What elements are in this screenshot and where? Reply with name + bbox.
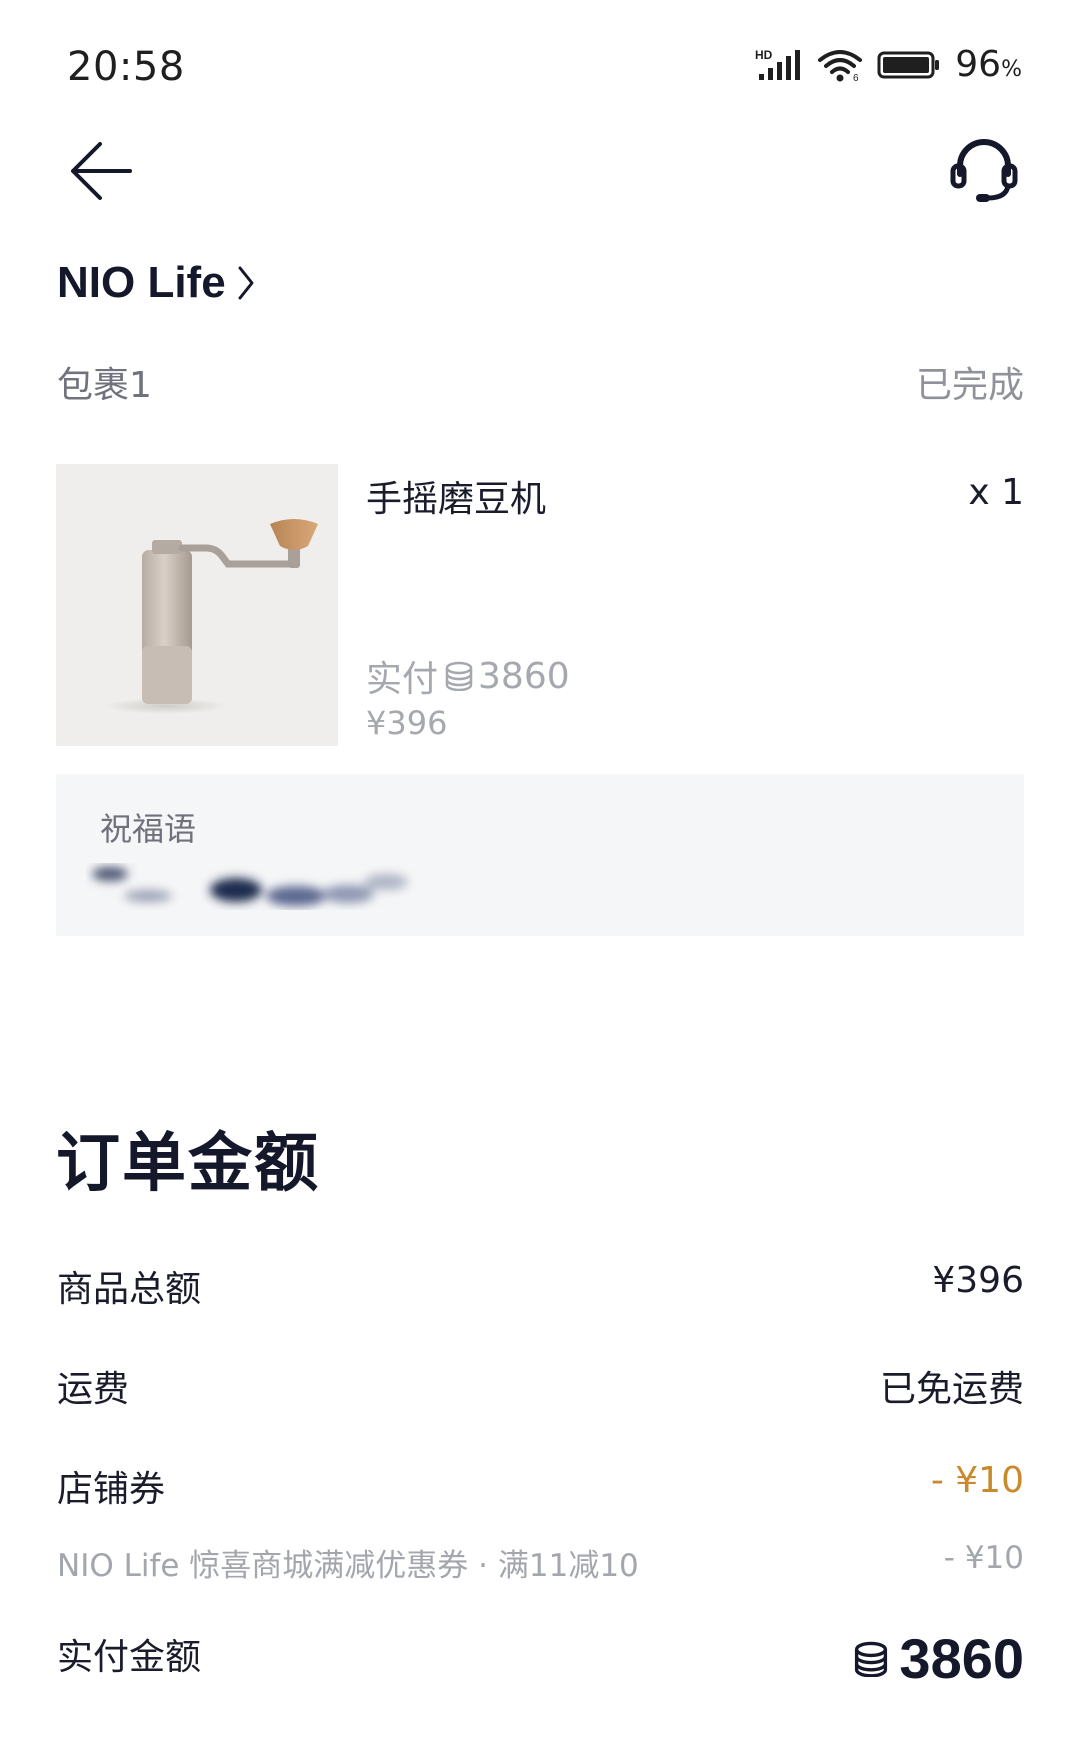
product-image[interactable] [56,464,338,746]
goods-total-value: ¥396 [932,1260,1024,1301]
paid-amount-value: 3860 [853,1626,1024,1691]
product-quantity: x 1 [968,472,1024,513]
package-status: 已完成 [915,365,1024,406]
shipping-label: 运费 [57,1369,130,1410]
coupon-detail-label: NIO Life 惊喜商城满减优惠券 · 满11减10 [57,1548,639,1584]
wifi-icon: 6 [818,49,863,82]
package-label: 包裹1 [57,365,152,406]
back-button[interactable] [66,136,136,206]
product-name[interactable]: 手摇磨豆机 [366,470,546,522]
customer-service-button[interactable] [944,132,1024,212]
cellular-signal-icon: HD [755,48,801,80]
paid-points: 3860 [478,655,570,697]
battery-percentage: 96% [955,44,1022,85]
signal-badge: HD [755,48,773,62]
paid-prefix: 实付 [366,659,439,700]
coupon-detail-value: - ¥10 [943,1540,1024,1576]
shipping-value: 已免运费 [879,1369,1024,1410]
headset-icon [950,139,1018,202]
back-arrow-icon [71,142,132,200]
store-link[interactable]: NIO Life [57,258,256,308]
chevron-right-icon [238,266,254,300]
svg-text:6: 6 [853,73,859,82]
paid-amount-label: 实付金额 [57,1637,202,1678]
blurred-blessing-text [92,867,408,906]
order-amount-title: 订单金额 [56,1127,320,1201]
blessing-panel: 祝福语 [56,774,1024,936]
store-coupon-label: 店铺券 [57,1469,166,1510]
battery-icon [877,51,940,78]
store-name: NIO Life [57,258,226,307]
store-coupon-value: - ¥10 [930,1460,1024,1501]
status-time: 20:58 [67,44,185,90]
coin-stack-icon [445,661,473,691]
product-paid-points: 实付 3860 [366,650,570,702]
product-price: ¥396 [366,704,448,742]
coin-stack-icon [855,1641,888,1677]
blessing-label: 祝福语 [100,810,197,848]
coffee-grinder-image [104,519,318,714]
status-icons: HD 6 96% [755,44,1022,85]
paid-amount-number: 3860 [899,1627,1024,1690]
goods-total-label: 商品总额 [57,1269,202,1310]
